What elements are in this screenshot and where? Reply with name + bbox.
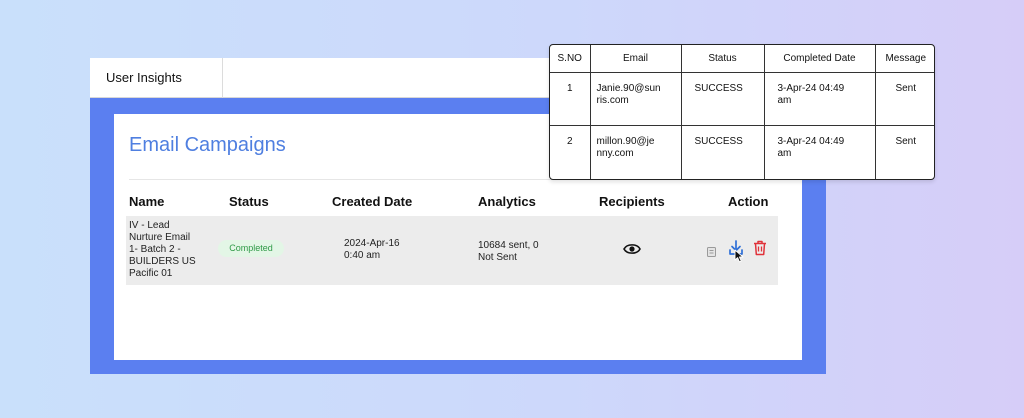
campaign-name-line: Nurture Email <box>129 232 191 243</box>
recipients-table: S.NO Email Status Completed Date Message… <box>550 45 934 179</box>
date-line: am <box>777 94 792 106</box>
email-line: millon.90@je <box>596 136 655 148</box>
email-cell: millon.90@je nny.com <box>589 125 682 179</box>
table-header-row: S.NO Email Status Completed Date Message <box>550 45 934 73</box>
completed-date-cell: 3-Apr-24 04:49 am <box>763 125 876 179</box>
column-header-completed-date: Completed Date <box>763 45 876 73</box>
page-title: Email Campaigns <box>129 134 286 156</box>
sno-cell: 2 <box>550 125 591 179</box>
created-date-line: 2024-Apr-16 <box>344 238 400 249</box>
column-header-status: Status <box>680 45 765 73</box>
recipients-popup: S.NO Email Status Completed Date Message… <box>549 44 935 180</box>
email-line: ris.com <box>596 94 629 106</box>
column-header-sno: S.NO <box>550 45 591 73</box>
created-date-line: 0:40 am <box>344 250 381 261</box>
eye-icon[interactable] <box>623 242 641 261</box>
completed-date-cell: 3-Apr-24 04:49 am <box>763 71 876 127</box>
analytics-line: Not Sent <box>478 252 517 263</box>
column-header-recipients: Recipients <box>599 194 665 209</box>
email-cell: Janie.90@sun ris.com <box>589 71 682 127</box>
message-cell: Sent <box>874 71 934 127</box>
sno-cell: 1 <box>550 71 591 127</box>
column-header-action: Action <box>728 194 769 209</box>
status-cell: SUCCESS <box>680 71 765 127</box>
copy-icon[interactable] <box>707 244 716 262</box>
trash-icon[interactable] <box>753 240 767 261</box>
analytics-line: 10684 sent, 0 <box>478 240 539 251</box>
date-line: 3-Apr-24 04:49 <box>777 136 845 148</box>
status-badge: Completed <box>218 240 284 257</box>
date-line: am <box>777 148 792 160</box>
campaign-name-line: Pacific 01 <box>129 268 173 279</box>
column-header-message: Message <box>874 45 934 73</box>
table-row: IV - Lead Nurture Email 1- Batch 2 - BUI… <box>126 216 778 285</box>
message-cell: Sent <box>874 125 934 179</box>
analytics-summary: 10684 sent, 0 Not Sent <box>478 240 539 264</box>
column-header-created-date: Created Date <box>332 194 413 209</box>
date-line: 3-Apr-24 04:49 <box>777 82 845 94</box>
column-header-status: Status <box>229 194 269 209</box>
status-cell: SUCCESS <box>680 125 765 179</box>
column-header-analytics: Analytics <box>478 194 536 209</box>
email-line: Janie.90@sun <box>596 82 661 94</box>
table-row: 2 millon.90@je nny.com SUCCESS 3-Apr-24 … <box>550 125 934 179</box>
created-date: 2024-Apr-16 0:40 am <box>344 238 400 262</box>
column-header-name: Name <box>129 194 165 209</box>
column-header-email: Email <box>589 45 682 73</box>
table-row: 1 Janie.90@sun ris.com SUCCESS 3-Apr-24 … <box>550 71 934 127</box>
campaign-name-line: 1- Batch 2 - <box>129 244 181 255</box>
tab-user-insights[interactable]: User Insights <box>90 58 223 98</box>
campaign-name: IV - Lead Nurture Email 1- Batch 2 - BUI… <box>129 220 196 280</box>
campaign-name-line: BUILDERS US <box>129 256 196 267</box>
campaign-name-line: IV - Lead <box>129 220 170 231</box>
email-line: nny.com <box>596 148 634 160</box>
mouse-cursor-icon <box>734 249 746 268</box>
